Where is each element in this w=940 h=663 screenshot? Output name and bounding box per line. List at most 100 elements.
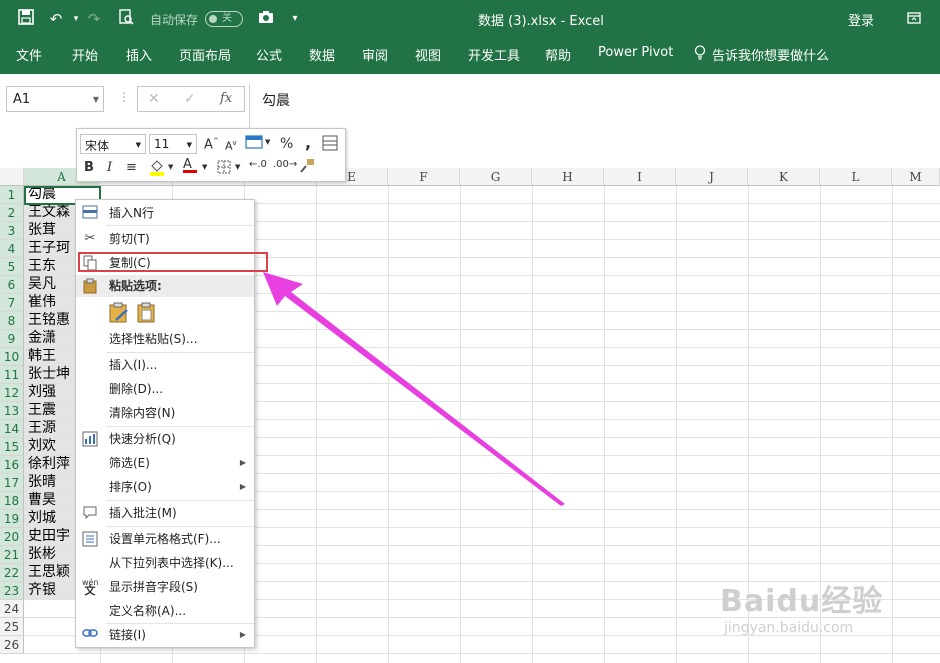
- ribbon-display-icon[interactable]: [904, 9, 924, 29]
- tab-review[interactable]: 审阅: [362, 45, 388, 64]
- tab-home[interactable]: 开始: [72, 45, 98, 64]
- row-header[interactable]: 18: [0, 492, 24, 510]
- row-header[interactable]: 25: [0, 618, 24, 636]
- font-size-select[interactable]: 11 ▼: [149, 134, 197, 154]
- tab-formulas[interactable]: 公式: [256, 45, 282, 64]
- customize-qat-icon[interactable]: ▾: [285, 9, 305, 29]
- chevron-down-icon[interactable]: ▼: [202, 163, 207, 171]
- row-header[interactable]: 7: [0, 294, 24, 312]
- menu-item-filter[interactable]: 筛选(E) ▶: [76, 452, 254, 474]
- chevron-down-icon[interactable]: ▼: [93, 95, 99, 104]
- tab-page-layout[interactable]: 页面布局: [179, 45, 231, 64]
- format-painter-icon[interactable]: [299, 158, 315, 178]
- decrease-font-icon[interactable]: Av: [225, 139, 237, 153]
- insert-function-icon[interactable]: fx: [220, 91, 232, 106]
- row-header[interactable]: 1: [0, 186, 24, 204]
- select-all-corner[interactable]: [0, 168, 24, 186]
- tell-me-search[interactable]: 告诉我你想要做什么: [712, 45, 829, 64]
- tab-power-pivot[interactable]: Power Pivot: [598, 45, 673, 60]
- format-painter-grid-icon[interactable]: [322, 135, 338, 155]
- enter-icon[interactable]: ✓: [184, 91, 196, 107]
- font-color-icon[interactable]: A: [183, 157, 197, 173]
- tab-help[interactable]: 帮助: [545, 45, 571, 64]
- row-header[interactable]: 9: [0, 330, 24, 348]
- col-header-g[interactable]: G: [460, 168, 532, 186]
- col-header-j[interactable]: J: [676, 168, 748, 186]
- menu-item-define-name[interactable]: 定义名称(A)...: [76, 600, 254, 622]
- row-header[interactable]: 17: [0, 474, 24, 492]
- tab-insert[interactable]: 插入: [126, 45, 152, 64]
- row-header[interactable]: 14: [0, 420, 24, 438]
- col-header-h[interactable]: H: [532, 168, 604, 186]
- menu-item-quick-analysis[interactable]: 快速分析(Q): [76, 428, 254, 450]
- col-header-f[interactable]: F: [388, 168, 460, 186]
- paste-formatting-icon[interactable]: [108, 302, 130, 327]
- row-header[interactable]: 12: [0, 384, 24, 402]
- row-header[interactable]: 19: [0, 510, 24, 528]
- cancel-icon[interactable]: ✕: [148, 91, 160, 107]
- login-button[interactable]: 登录: [848, 10, 874, 29]
- percent-icon[interactable]: %: [280, 136, 293, 152]
- row-header[interactable]: 23: [0, 582, 24, 600]
- chevron-down-icon[interactable]: ▼: [168, 163, 173, 171]
- menu-item-insert-comment[interactable]: 插入批注(M): [76, 502, 254, 524]
- redo-icon[interactable]: ↷: [84, 9, 104, 29]
- menu-item-insert-row[interactable]: 插入N行: [76, 202, 254, 224]
- menu-item-show-phonetic[interactable]: wén 文 显示拼音字段(S): [76, 576, 254, 598]
- italic-icon[interactable]: I: [107, 160, 112, 175]
- increase-decimal-icon[interactable]: ←.0: [249, 159, 267, 170]
- row-header[interactable]: 6: [0, 276, 24, 294]
- row-header[interactable]: 5: [0, 258, 24, 276]
- col-header-i[interactable]: I: [604, 168, 676, 186]
- align-center-icon[interactable]: ≡: [126, 160, 137, 175]
- row-header[interactable]: 21: [0, 546, 24, 564]
- row-header[interactable]: 26: [0, 636, 24, 654]
- row-header[interactable]: 8: [0, 312, 24, 330]
- col-header-l[interactable]: L: [820, 168, 892, 186]
- menu-item-clear-contents[interactable]: 清除内容(N): [76, 402, 254, 424]
- menu-item-paste-special[interactable]: 选择性粘贴(S)...: [76, 328, 254, 350]
- row-header[interactable]: 2: [0, 204, 24, 222]
- menu-item-sort[interactable]: 排序(O) ▶: [76, 476, 254, 498]
- save-icon[interactable]: [16, 9, 36, 29]
- col-header-m[interactable]: M: [892, 168, 940, 186]
- row-header[interactable]: 4: [0, 240, 24, 258]
- font-name-select[interactable]: 宋体 ▼: [80, 134, 146, 154]
- bold-icon[interactable]: B: [84, 160, 94, 175]
- row-header[interactable]: 11: [0, 366, 24, 384]
- tab-developer[interactable]: 开发工具: [468, 45, 520, 64]
- undo-dropdown-icon[interactable]: ▾: [66, 9, 86, 29]
- row-header[interactable]: 13: [0, 402, 24, 420]
- chevron-down-icon[interactable]: ▼: [265, 138, 270, 146]
- paste-icon[interactable]: [136, 302, 158, 327]
- row-header[interactable]: 20: [0, 528, 24, 546]
- menu-item-link[interactable]: 链接(I) ▶: [76, 624, 254, 646]
- print-preview-icon[interactable]: [116, 9, 136, 29]
- menu-item-format-cells[interactable]: 设置单元格格式(F)...: [76, 528, 254, 550]
- row-header[interactable]: 16: [0, 456, 24, 474]
- col-header-k[interactable]: K: [748, 168, 820, 186]
- menu-item-cut[interactable]: ✂ 剪切(T): [76, 228, 254, 250]
- menu-item-delete[interactable]: 删除(D)...: [76, 378, 254, 400]
- tab-data[interactable]: 数据: [309, 45, 335, 64]
- row-header[interactable]: 22: [0, 564, 24, 582]
- undo-icon[interactable]: ↶: [46, 9, 66, 29]
- row-header[interactable]: 10: [0, 348, 24, 366]
- formula-input[interactable]: 勾晨: [249, 84, 939, 168]
- decrease-decimal-icon[interactable]: .00→: [273, 159, 297, 170]
- row-header[interactable]: 15: [0, 438, 24, 456]
- menu-item-pick-from-list[interactable]: 从下拉列表中选择(K)...: [76, 552, 254, 574]
- cell-styles-icon[interactable]: [245, 135, 263, 153]
- menu-item-insert[interactable]: 插入(I)...: [76, 354, 254, 376]
- autosave-toggle[interactable]: 关: [205, 11, 243, 27]
- row-header[interactable]: 24: [0, 600, 24, 618]
- row-header[interactable]: 3: [0, 222, 24, 240]
- tab-file[interactable]: 文件: [16, 45, 42, 64]
- chevron-down-icon[interactable]: ▼: [235, 163, 240, 171]
- increase-font-icon[interactable]: A^: [204, 137, 219, 152]
- tab-view[interactable]: 视图: [415, 45, 441, 64]
- borders-icon[interactable]: [217, 160, 231, 178]
- comma-style-icon[interactable]: ,: [305, 133, 311, 152]
- name-box[interactable]: A1 ▼: [6, 86, 104, 112]
- camera-icon[interactable]: [256, 9, 276, 29]
